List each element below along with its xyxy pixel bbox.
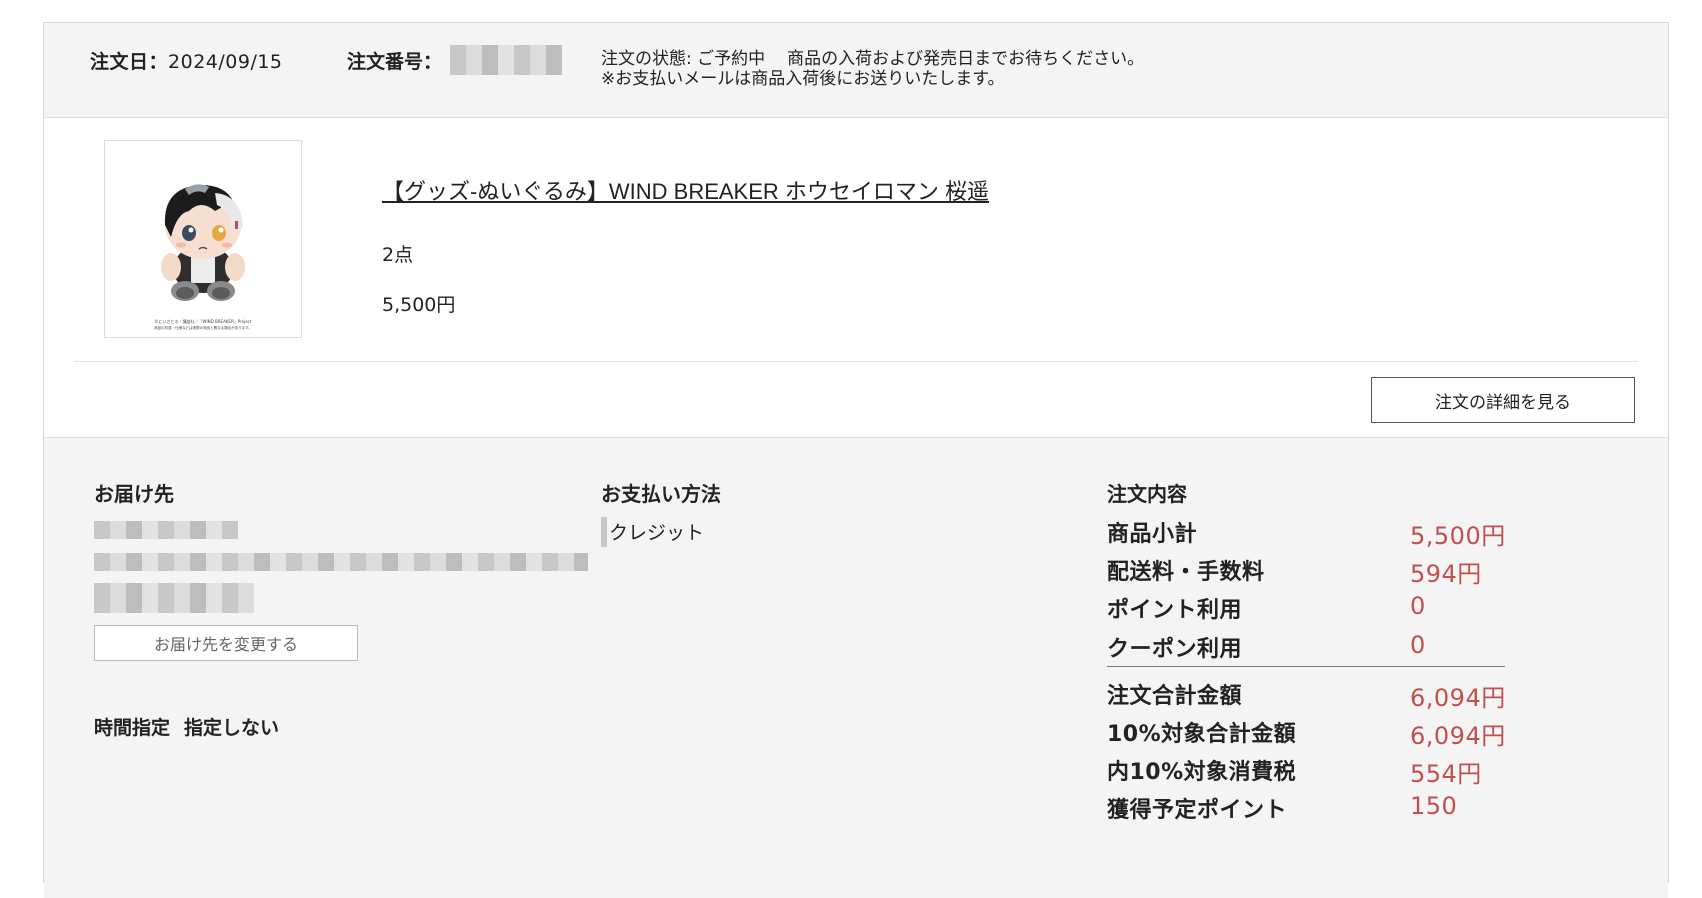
order-status-value: ご予約中 (697, 49, 766, 69)
order-item: ©にいさとる・講談社／「WIND BREAKER」Project 商品の質感・仕… (44, 118, 1668, 459)
summary-label: 商品小計 (1107, 522, 1198, 547)
payment-redacted (601, 516, 607, 547)
order-number-label: 注文番号： (347, 51, 443, 73)
product-price: 5,500円 (382, 294, 456, 316)
order-number-redacted (450, 44, 563, 75)
summary-value: 5,500円 (1410, 522, 1506, 550)
item-divider (74, 361, 1638, 362)
order-date-value: 2024/09/15 (168, 51, 283, 73)
summary-label: 内10%対象消費税 (1107, 760, 1297, 785)
payment-method-value: クレジット (609, 522, 705, 544)
delivery-time-value: 指定しない (184, 717, 280, 739)
order-status-message: 商品の入荷および発売日までお待ちください。 (787, 49, 1145, 69)
summary-value: 6,094円 (1410, 722, 1506, 750)
summary-label: 獲得予定ポイント (1107, 798, 1288, 823)
summary-value: 0 (1410, 592, 1426, 620)
summary-value: 150 (1410, 792, 1458, 820)
product-thumbnail[interactable]: ©にいさとる・講談社／「WIND BREAKER」Project 商品の質感・仕… (104, 140, 302, 338)
payment-title: お支払い方法 (601, 482, 721, 506)
summary-label: 配送料・手数料 (1107, 560, 1265, 585)
thumb-caption-1: ©にいさとる・講談社／「WIND BREAKER」Project (155, 318, 252, 324)
order-info-panel: お届け先 お届け先を変更する 時間指定 指定しない お支払い方法 クレジット 注文… (44, 437, 1668, 898)
order-header: 注文日：2024/09/15 注文番号： 注文の状態: ご予約中 商品の入荷および… (44, 23, 1668, 118)
summary-row-taxable-total: 10%対象合計金額 6,094円 (1107, 716, 1507, 750)
delivery-title: お届け先 (94, 482, 174, 506)
summary-row-earned-points: 獲得予定ポイント 150 (1107, 792, 1507, 823)
product-title-link[interactable]: 【グッズ-ぬいぐるみ】WIND BREAKER ホウセイロマン 桜遥 (382, 174, 989, 206)
summary-row-total: 注文合計金額 6,094円 (1107, 678, 1507, 712)
summary-row-tax: 内10%対象消費税 554円 (1107, 754, 1507, 788)
delivery-name-redacted (94, 521, 238, 539)
summary-value: 554円 (1410, 760, 1482, 788)
payment-method: クレジット (601, 516, 705, 547)
summary-value: 0 (1410, 631, 1426, 659)
product-quantity: 2点 (382, 244, 414, 266)
summary-row-coupon: クーポン利用 0 (1107, 631, 1507, 662)
delivery-address-redacted (94, 553, 588, 571)
summary-row-shipping: 配送料・手数料 594円 (1107, 554, 1507, 588)
summary-title: 注文内容 (1107, 482, 1187, 506)
summary-value: 594円 (1410, 560, 1482, 588)
order-status: 注文の状態: ご予約中 商品の入荷および発売日までお待ちください。 ※お支払いメー… (601, 49, 1144, 89)
summary-label: クーポン利用 (1107, 637, 1243, 662)
summary-row-points-used: ポイント利用 0 (1107, 592, 1507, 623)
change-delivery-button[interactable]: お届け先を変更する (94, 625, 358, 661)
delivery-time-label: 時間指定 (94, 717, 171, 739)
summary-value: 6,094円 (1410, 684, 1506, 712)
delivery-time: 時間指定 指定しない (94, 713, 279, 740)
view-order-detail-button[interactable]: 注文の詳細を見る (1371, 377, 1635, 423)
order-status-label: 注文の状態: (601, 49, 692, 69)
order-status-note: ※お支払いメールは商品入荷後にお送りいたします。 (601, 69, 1005, 89)
order-card: 注文日：2024/09/15 注文番号： 注文の状態: ご予約中 商品の入荷および… (43, 22, 1669, 898)
delivery-phone-redacted (94, 583, 254, 613)
plush-image: ©にいさとる・講談社／「WIND BREAKER」Project 商品の質感・仕… (154, 184, 252, 330)
summary-label: 注文合計金額 (1107, 684, 1243, 709)
order-date: 注文日：2024/09/15 (90, 47, 283, 74)
summary-divider (1107, 666, 1505, 667)
summary-label: 10%対象合計金額 (1107, 722, 1297, 747)
thumb-caption-2: 商品の質感・仕様などは実際の商品と異なる場合があります。 (154, 325, 252, 330)
summary-row-subtotal: 商品小計 5,500円 (1107, 516, 1507, 550)
summary-label: ポイント利用 (1107, 598, 1243, 623)
order-number: 注文番号： (347, 44, 563, 75)
order-date-label: 注文日： (90, 51, 169, 73)
